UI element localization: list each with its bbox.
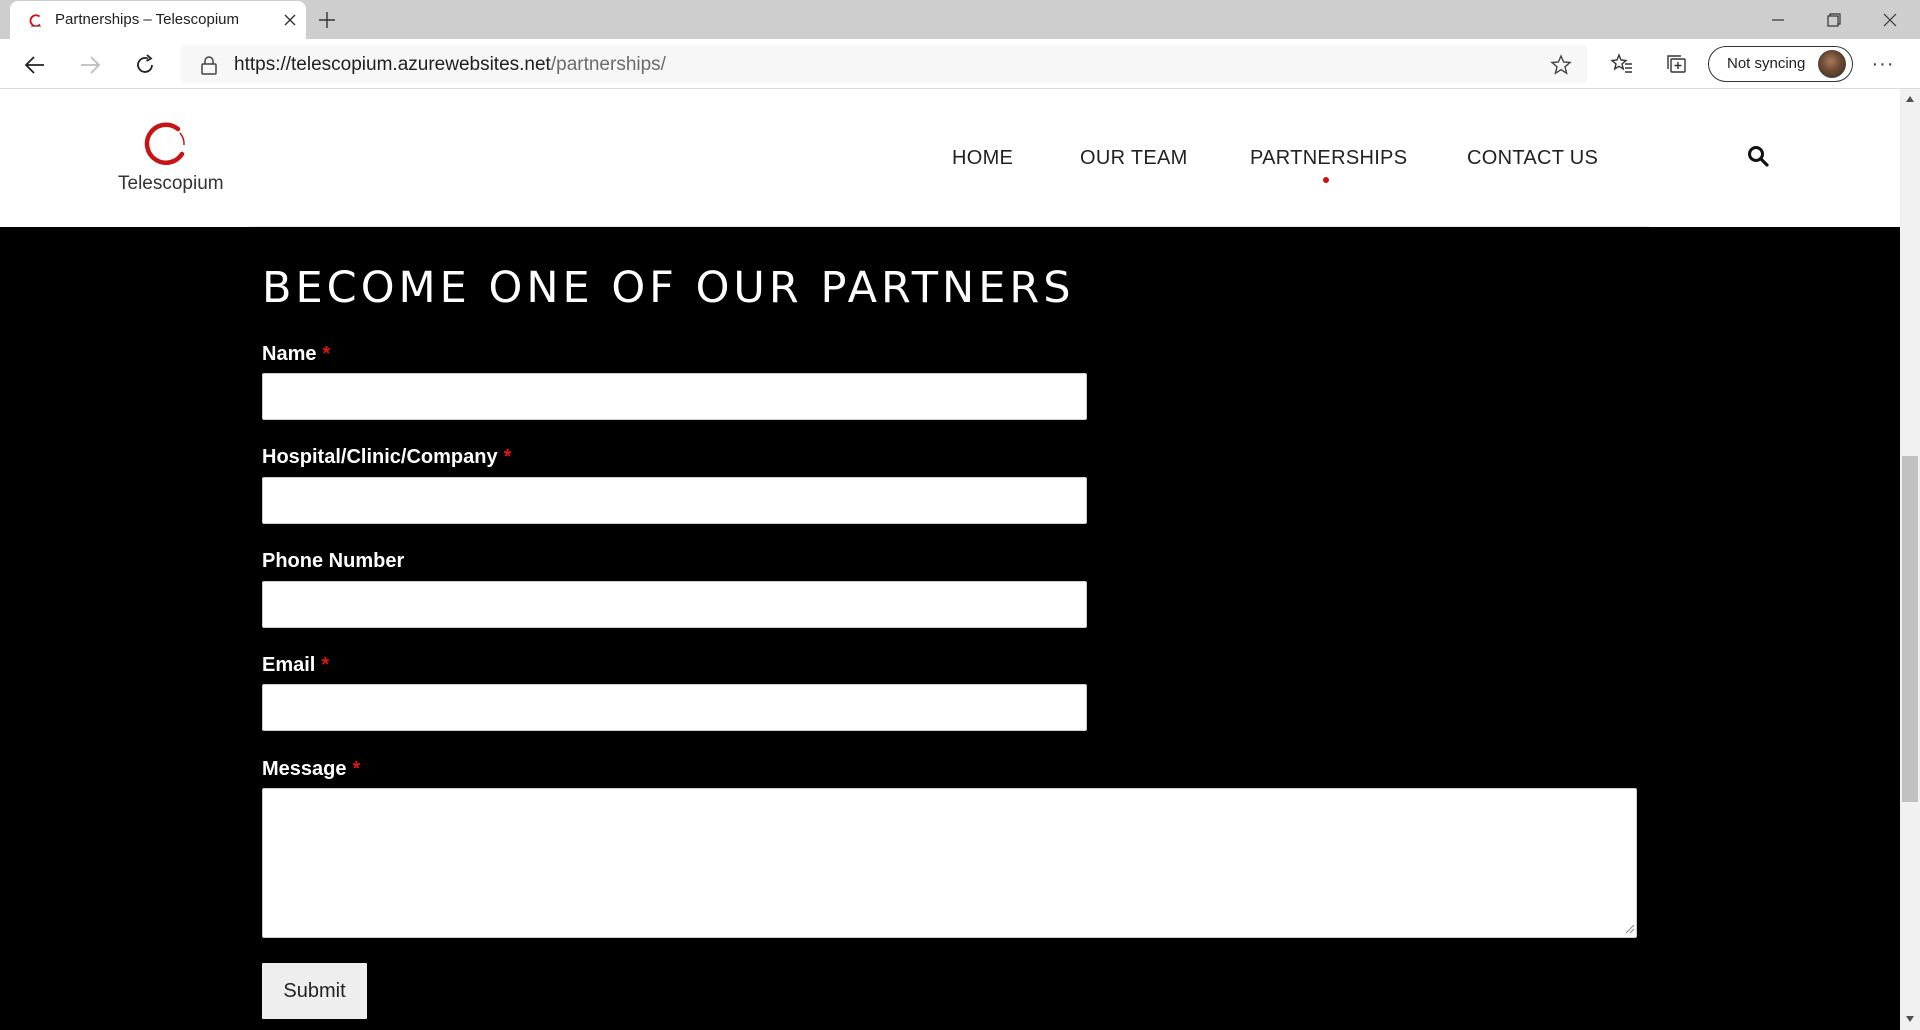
address-bar-field[interactable]: https://telescopium.azurewebsites.net/pa… xyxy=(180,45,1587,83)
nav-partnerships[interactable]: PARTNERSHIPS xyxy=(1250,147,1407,170)
nav-contact-us[interactable]: CONTACT US xyxy=(1467,147,1598,170)
new-tab-icon[interactable] xyxy=(314,7,340,33)
email-field[interactable] xyxy=(262,684,1087,731)
browser-toolbar: https://telescopium.azurewebsites.net/pa… xyxy=(0,39,1920,89)
email-label: Email * xyxy=(262,654,329,677)
nav-our-team[interactable]: OUR TEAM xyxy=(1080,147,1188,170)
add-favorite-star-icon[interactable] xyxy=(1550,54,1572,76)
forward-arrow-icon[interactable] xyxy=(72,47,108,83)
page-title: BECOME ONE OF OUR PARTNERS xyxy=(262,263,1075,313)
lock-icon[interactable] xyxy=(200,55,218,75)
scrollbar-thumb[interactable] xyxy=(1902,456,1918,802)
browser-tab[interactable]: Partnerships – Telescopium xyxy=(10,1,306,39)
address-bar[interactable]: https://telescopium.azurewebsites.net/pa… xyxy=(180,45,1587,83)
company-field[interactable] xyxy=(262,477,1087,524)
phone-label: Phone Number xyxy=(262,550,404,573)
profile-sync-button[interactable]: Not syncing xyxy=(1708,46,1853,82)
submit-button[interactable]: Submit xyxy=(262,963,367,1019)
url-path: /partnerships/ xyxy=(550,54,666,75)
name-field[interactable] xyxy=(262,373,1087,420)
required-marker: * xyxy=(322,343,331,365)
close-tab-icon[interactable] xyxy=(280,10,300,30)
url-host: https://telescopium.azurewebsites.net xyxy=(234,54,551,75)
tab-title: Partnerships – Telescopium xyxy=(55,11,239,28)
company-label: Hospital/Clinic/Company * xyxy=(262,446,511,469)
phone-field[interactable] xyxy=(262,581,1087,628)
telescopium-logo-icon xyxy=(144,122,185,165)
url-text[interactable]: https://telescopium.azurewebsites.net/pa… xyxy=(234,54,666,76)
page-scrollbar[interactable] xyxy=(1900,89,1920,1030)
browser-tab-bar: Partnerships – Telescopium xyxy=(0,0,1920,39)
scroll-down-arrow-icon[interactable] xyxy=(1904,1013,1916,1025)
sync-status-label: Not syncing xyxy=(1727,55,1806,72)
required-marker: * xyxy=(503,446,512,468)
message-field[interactable] xyxy=(262,788,1637,938)
more-options-icon[interactable]: ··· xyxy=(1868,49,1898,79)
name-label-text: Name xyxy=(262,343,317,365)
back-arrow-icon[interactable] xyxy=(17,47,53,83)
scroll-up-arrow-icon[interactable] xyxy=(1904,93,1916,105)
search-icon[interactable] xyxy=(1745,143,1771,169)
message-label: Message * xyxy=(262,758,360,781)
close-window-icon[interactable] xyxy=(1862,0,1918,39)
nav-home[interactable]: HOME xyxy=(952,147,1013,170)
telescopium-favicon-icon xyxy=(29,14,41,28)
site-header: Telescopium HOME OUR TEAM PARTNERSHIPS C… xyxy=(0,89,1900,228)
message-label-text: Message xyxy=(262,758,347,780)
refresh-icon[interactable] xyxy=(127,47,163,83)
minimize-window-icon[interactable] xyxy=(1750,0,1806,39)
collections-icon[interactable] xyxy=(1662,49,1692,79)
active-nav-indicator xyxy=(1323,177,1329,183)
company-label-text: Hospital/Clinic/Company xyxy=(262,446,498,468)
logo-text: Telescopium xyxy=(118,173,224,194)
resize-grip-icon[interactable] xyxy=(1623,922,1635,934)
avatar xyxy=(1818,50,1846,78)
email-label-text: Email xyxy=(262,654,316,676)
site-logo[interactable]: Telescopium xyxy=(112,119,224,199)
partner-form-section: BECOME ONE OF OUR PARTNERS Name * Hospita… xyxy=(0,227,1900,1030)
required-marker: * xyxy=(352,758,361,780)
phone-label-text: Phone Number xyxy=(262,550,405,572)
required-marker: * xyxy=(321,654,330,676)
restore-window-icon[interactable] xyxy=(1806,0,1862,39)
name-label: Name * xyxy=(262,343,330,366)
favorites-icon[interactable] xyxy=(1607,49,1637,79)
